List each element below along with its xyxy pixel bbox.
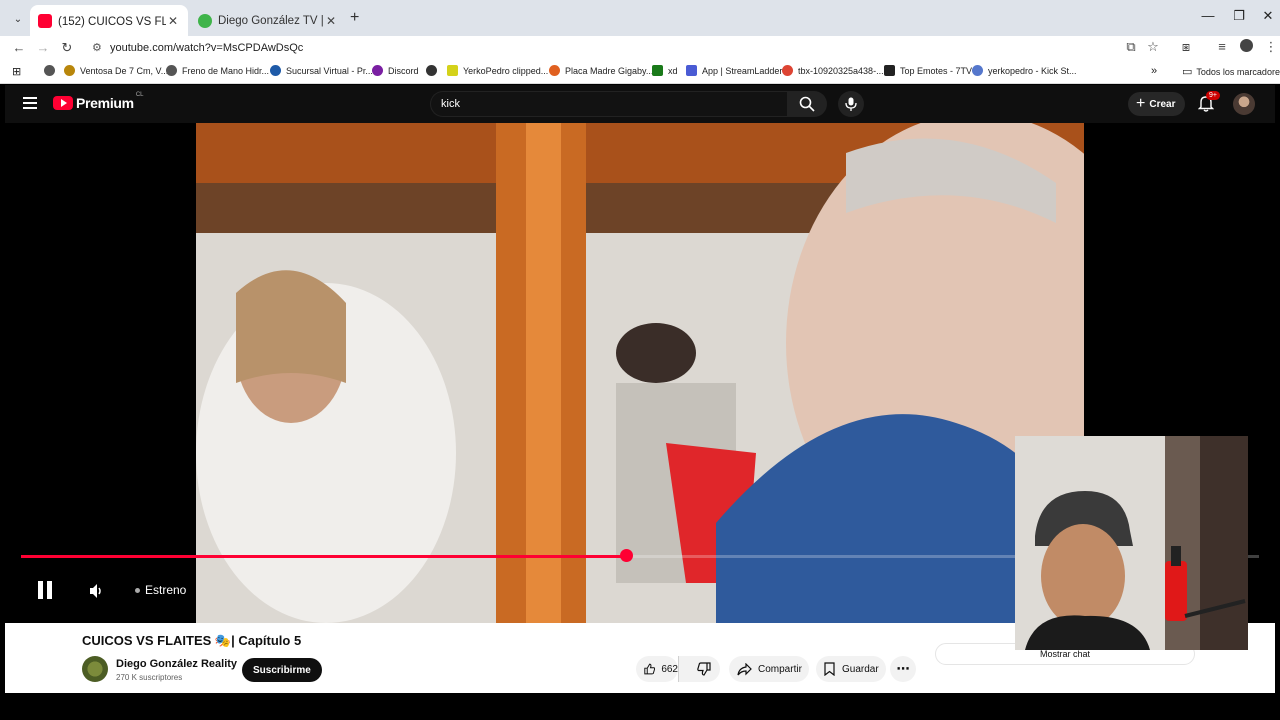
share-icon xyxy=(737,662,752,675)
close-window-button[interactable]: ✕ xyxy=(1254,8,1280,24)
extensions-icon[interactable]: ⧆ xyxy=(1177,39,1195,55)
voice-search-button[interactable] xyxy=(838,91,864,117)
install-app-icon[interactable]: ⧉ xyxy=(1122,39,1140,55)
maximize-button[interactable]: ❐ xyxy=(1225,8,1253,24)
bookmark-item[interactable]: Freno de Mano Hidr... xyxy=(166,65,269,76)
bookmark-favicon-icon xyxy=(166,65,177,76)
7tv-icon xyxy=(884,65,895,76)
tab-title: (152) CUICOS VS FLAITES 🎭 🔊 xyxy=(58,15,166,28)
bookmark-item[interactable]: Ventosa De 7 Cm, V... xyxy=(64,65,168,76)
folder-icon: ▭ xyxy=(1182,66,1193,78)
youtube-favicon-icon xyxy=(38,13,52,28)
account-avatar[interactable] xyxy=(1233,93,1255,115)
save-button[interactable]: Guardar xyxy=(816,656,886,682)
browser-tab-bar: ⌄ (152) CUICOS VS FLAITES 🎭 🔊 ✕ Diego Go… xyxy=(0,0,1280,36)
back-arrow-icon[interactable]: ← xyxy=(10,39,28,57)
search-icon xyxy=(799,96,815,112)
tab-youtube[interactable]: (152) CUICOS VS FLAITES 🎭 🔊 ✕ xyxy=(30,5,188,36)
youtube-header: Premium CL kick + Crear 9+ xyxy=(5,85,1275,123)
all-bookmarks-folder[interactable]: ▭ Todos los marcadores xyxy=(1182,65,1280,78)
volume-icon xyxy=(90,584,101,598)
share-button[interactable]: Compartir xyxy=(729,656,809,682)
reload-icon[interactable]: ↻ xyxy=(58,39,76,57)
scrubber-handle[interactable] xyxy=(620,549,633,562)
video-frame[interactable] xyxy=(196,123,1084,623)
taskbar-strip xyxy=(0,693,1280,720)
bookmark-item[interactable] xyxy=(426,65,437,76)
notification-count-badge: 9+ xyxy=(1206,91,1220,100)
more-bookmarks-icon[interactable]: » xyxy=(1151,65,1157,77)
bookmark-item[interactable]: Placa Madre Gigaby... xyxy=(549,65,653,76)
apps-grid-icon[interactable]: ⊞ xyxy=(12,65,21,78)
forward-arrow-icon[interactable]: → xyxy=(34,39,52,57)
bookmark-favicon-icon xyxy=(972,65,983,76)
pause-icon xyxy=(38,581,52,599)
menu-icon[interactable] xyxy=(23,97,37,111)
youtube-play-icon xyxy=(53,96,73,110)
video-content-image xyxy=(196,123,1084,623)
premiere-indicator: Estreno xyxy=(135,583,186,597)
channel-name[interactable]: Diego González Reality xyxy=(116,658,237,670)
youtube-premium-logo[interactable]: Premium CL xyxy=(53,92,143,111)
webcam-content-image xyxy=(1015,436,1248,650)
like-button[interactable]: 662 xyxy=(636,656,678,682)
url-text: youtube.com/watch?v=MsCPDAwDsQc xyxy=(110,42,304,54)
minimize-button[interactable]: — xyxy=(1194,8,1222,23)
like-count: 662 xyxy=(661,663,678,675)
kick-icon xyxy=(652,65,663,76)
create-button[interactable]: + Crear xyxy=(1128,92,1186,116)
pause-button[interactable] xyxy=(37,580,53,605)
channel-avatar[interactable] xyxy=(82,656,108,682)
progress-played xyxy=(21,555,626,558)
volume-button[interactable] xyxy=(88,583,104,604)
bookmark-globe-icon[interactable] xyxy=(44,65,55,76)
more-actions-button[interactable]: ⋯ xyxy=(890,656,916,682)
browser-menu-icon[interactable]: ⋮ xyxy=(1262,39,1280,55)
bookmark-item[interactable]: Top Emotes - 7TV xyxy=(884,65,972,76)
streamladder-icon xyxy=(686,65,697,76)
bookmark-item[interactable]: tbx-10920325a438-... xyxy=(782,65,884,76)
discord-icon xyxy=(372,65,383,76)
bookmark-item[interactable]: App | StreamLadder xyxy=(686,65,782,76)
address-bar[interactable]: ⚙ youtube.com/watch?v=MsCPDAwDsQc xyxy=(84,37,1144,59)
tab-search-button[interactable]: ⌄ xyxy=(8,9,28,29)
bookmark-item[interactable]: Discord xyxy=(372,65,419,76)
bookmark-favicon-icon xyxy=(549,65,560,76)
close-tab-icon[interactable]: ✕ xyxy=(324,14,338,28)
video-title: CUICOS VS FLAITES 🎭| Capítulo 5 xyxy=(82,633,302,648)
bookmark-item[interactable]: Sucursal Virtual - Pr... xyxy=(270,65,373,76)
thumbs-up-icon xyxy=(644,663,656,675)
search-input[interactable]: kick xyxy=(430,91,787,117)
instagram-favicon-icon xyxy=(198,13,212,28)
plus-icon: + xyxy=(1136,95,1146,112)
search-button[interactable] xyxy=(787,91,827,117)
bookmarks-bar: ⊞ Ventosa De 7 Cm, V... Freno de Mano Hi… xyxy=(0,60,1280,84)
close-tab-icon[interactable]: ✕ xyxy=(166,14,180,28)
subscribe-button[interactable]: Suscribirme xyxy=(242,658,322,682)
thumbs-down-icon xyxy=(697,662,711,676)
subscriber-count: 270 K suscriptores xyxy=(116,673,183,682)
tab-instagram[interactable]: Diego González TV | Instagram ✕ xyxy=(190,5,346,36)
google-icon xyxy=(782,65,793,76)
media-controls-icon[interactable]: ≡ xyxy=(1213,39,1231,54)
bookmark-item[interactable]: xd xyxy=(652,65,678,76)
bookmark-favicon-icon xyxy=(447,65,458,76)
dislike-button[interactable] xyxy=(678,656,720,682)
bookmark-item[interactable]: yerkopedro - Kick St... xyxy=(972,65,1077,76)
microphone-icon xyxy=(845,97,857,111)
site-info-icon[interactable]: ⚙ xyxy=(92,41,102,54)
premiere-dot-icon xyxy=(135,587,140,593)
browser-toolbar: ← → ↻ ⚙ youtube.com/watch?v=MsCPDAwDsQc … xyxy=(0,36,1280,60)
more-horizontal-icon: ⋯ xyxy=(896,661,910,676)
streamer-webcam-overlay xyxy=(1015,436,1248,650)
bookmark-favicon-icon xyxy=(426,65,437,76)
bookmark-favicon-icon xyxy=(64,65,75,76)
bookmark-save-icon xyxy=(824,662,835,676)
bookmark-favicon-icon xyxy=(270,65,281,76)
bookmark-star-icon[interactable]: ☆ xyxy=(1144,39,1162,55)
new-tab-button[interactable]: + xyxy=(350,9,359,27)
bookmark-item[interactable]: YerkoPedro clipped... xyxy=(447,65,548,76)
tab-title: Diego González TV | Instagram xyxy=(218,14,324,27)
profile-avatar-icon[interactable] xyxy=(1237,39,1255,55)
